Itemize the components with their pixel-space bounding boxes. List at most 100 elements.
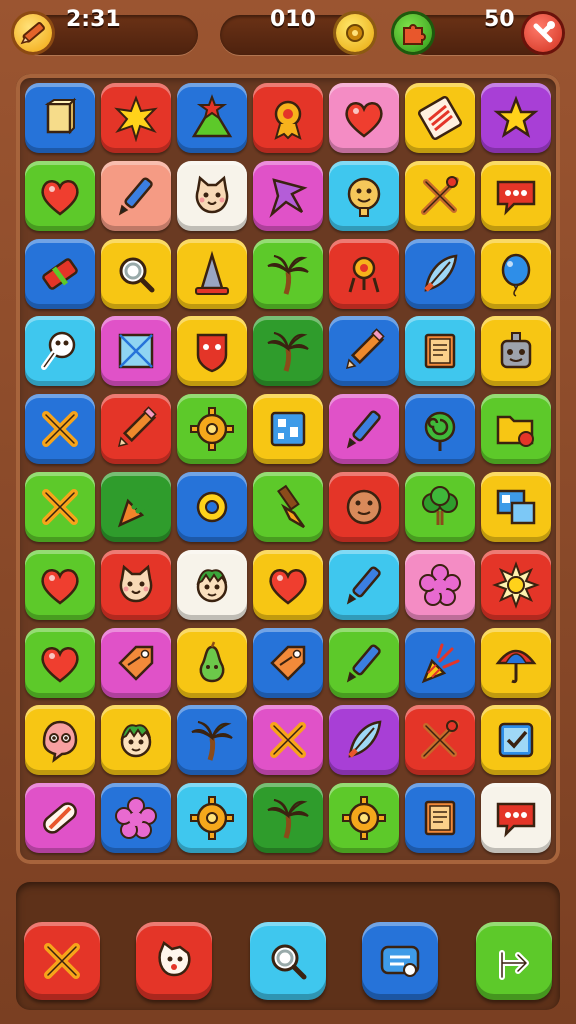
tile[interactable] xyxy=(101,705,171,775)
tree-icon xyxy=(422,486,458,525)
tile[interactable] xyxy=(177,394,247,464)
chat-button[interactable] xyxy=(362,922,438,1000)
tile[interactable] xyxy=(101,83,171,153)
tile[interactable] xyxy=(253,550,323,620)
tile[interactable] xyxy=(481,83,551,153)
cat-head-icon xyxy=(158,941,191,977)
tile[interactable] xyxy=(25,550,95,620)
next-button[interactable] xyxy=(476,922,552,1000)
tile[interactable] xyxy=(25,161,95,231)
medal-icon xyxy=(274,100,302,140)
tile[interactable] xyxy=(177,83,247,153)
tile[interactable] xyxy=(253,161,323,231)
tile[interactable] xyxy=(329,316,399,386)
tile[interactable] xyxy=(253,239,323,309)
tile[interactable] xyxy=(177,783,247,853)
robot-icon xyxy=(348,256,380,293)
tile[interactable] xyxy=(329,550,399,620)
tile[interactable] xyxy=(481,316,551,386)
tile[interactable] xyxy=(405,161,475,231)
palm-tree-icon xyxy=(267,255,309,295)
tile[interactable] xyxy=(253,783,323,853)
tile[interactable] xyxy=(101,316,171,386)
star-burst-icon xyxy=(114,95,158,142)
tile[interactable] xyxy=(25,472,95,542)
tile[interactable] xyxy=(25,239,95,309)
tile[interactable] xyxy=(405,472,475,542)
tile[interactable] xyxy=(253,705,323,775)
tile[interactable] xyxy=(329,394,399,464)
tile[interactable] xyxy=(177,161,247,231)
tile[interactable] xyxy=(25,83,95,153)
tile[interactable] xyxy=(101,161,171,231)
hint-button[interactable] xyxy=(136,922,212,1000)
tile[interactable] xyxy=(329,628,399,698)
tile[interactable] xyxy=(101,783,171,853)
party-horn-icon xyxy=(421,643,460,684)
brush-icon xyxy=(277,484,306,529)
tile[interactable] xyxy=(405,394,475,464)
tile[interactable] xyxy=(101,472,171,542)
shuffle-button[interactable] xyxy=(24,922,100,1000)
tile[interactable] xyxy=(101,239,171,309)
eraser-icon xyxy=(42,258,78,290)
tile[interactable] xyxy=(177,472,247,542)
tile[interactable] xyxy=(329,161,399,231)
tile[interactable] xyxy=(25,316,95,386)
tile[interactable] xyxy=(25,705,95,775)
tile[interactable] xyxy=(481,628,551,698)
heart-icon xyxy=(41,569,79,605)
cross-icon xyxy=(44,943,80,979)
tile[interactable] xyxy=(25,628,95,698)
tile[interactable] xyxy=(329,783,399,853)
boy-face-icon xyxy=(120,724,152,758)
tile[interactable] xyxy=(405,239,475,309)
gear-icon xyxy=(342,796,386,840)
robot-face-icon xyxy=(500,332,532,369)
hud-bar: 2:31 010 50 xyxy=(0,0,576,72)
tile[interactable] xyxy=(481,705,551,775)
tile[interactable] xyxy=(253,472,323,542)
search-button[interactable] xyxy=(250,922,326,1000)
tile[interactable] xyxy=(405,83,475,153)
ring-icon xyxy=(196,491,228,523)
tile[interactable] xyxy=(481,783,551,853)
tile[interactable] xyxy=(177,550,247,620)
tile[interactable] xyxy=(253,316,323,386)
tile[interactable] xyxy=(405,550,475,620)
tile[interactable] xyxy=(101,628,171,698)
tile[interactable] xyxy=(481,394,551,464)
tile[interactable] xyxy=(481,239,551,309)
tile[interactable] xyxy=(329,472,399,542)
tile[interactable] xyxy=(481,550,551,620)
tile[interactable] xyxy=(405,316,475,386)
tile[interactable] xyxy=(405,705,475,775)
tile[interactable] xyxy=(481,472,551,542)
settings-button[interactable] xyxy=(524,14,562,52)
pencil-icon xyxy=(345,328,385,370)
tile[interactable] xyxy=(101,394,171,464)
tile[interactable] xyxy=(253,394,323,464)
balloon-icon xyxy=(501,253,531,297)
tile[interactable] xyxy=(329,83,399,153)
palm-tree-icon xyxy=(191,721,233,761)
tile[interactable] xyxy=(25,394,95,464)
spiral-icon xyxy=(424,411,456,451)
bandage-icon xyxy=(43,802,77,834)
tile[interactable] xyxy=(405,783,475,853)
tile[interactable] xyxy=(329,239,399,309)
tile[interactable] xyxy=(177,316,247,386)
tile[interactable] xyxy=(177,239,247,309)
boy-face-icon xyxy=(196,569,228,603)
pencil-icon xyxy=(14,14,52,52)
timer-text: 2:31 xyxy=(66,7,121,32)
tile[interactable] xyxy=(481,161,551,231)
tile[interactable] xyxy=(329,705,399,775)
tile[interactable] xyxy=(25,783,95,853)
tile[interactable] xyxy=(253,83,323,153)
tile[interactable] xyxy=(177,705,247,775)
tile[interactable] xyxy=(101,550,171,620)
tile[interactable] xyxy=(405,628,475,698)
tile[interactable] xyxy=(177,628,247,698)
tile[interactable] xyxy=(253,628,323,698)
